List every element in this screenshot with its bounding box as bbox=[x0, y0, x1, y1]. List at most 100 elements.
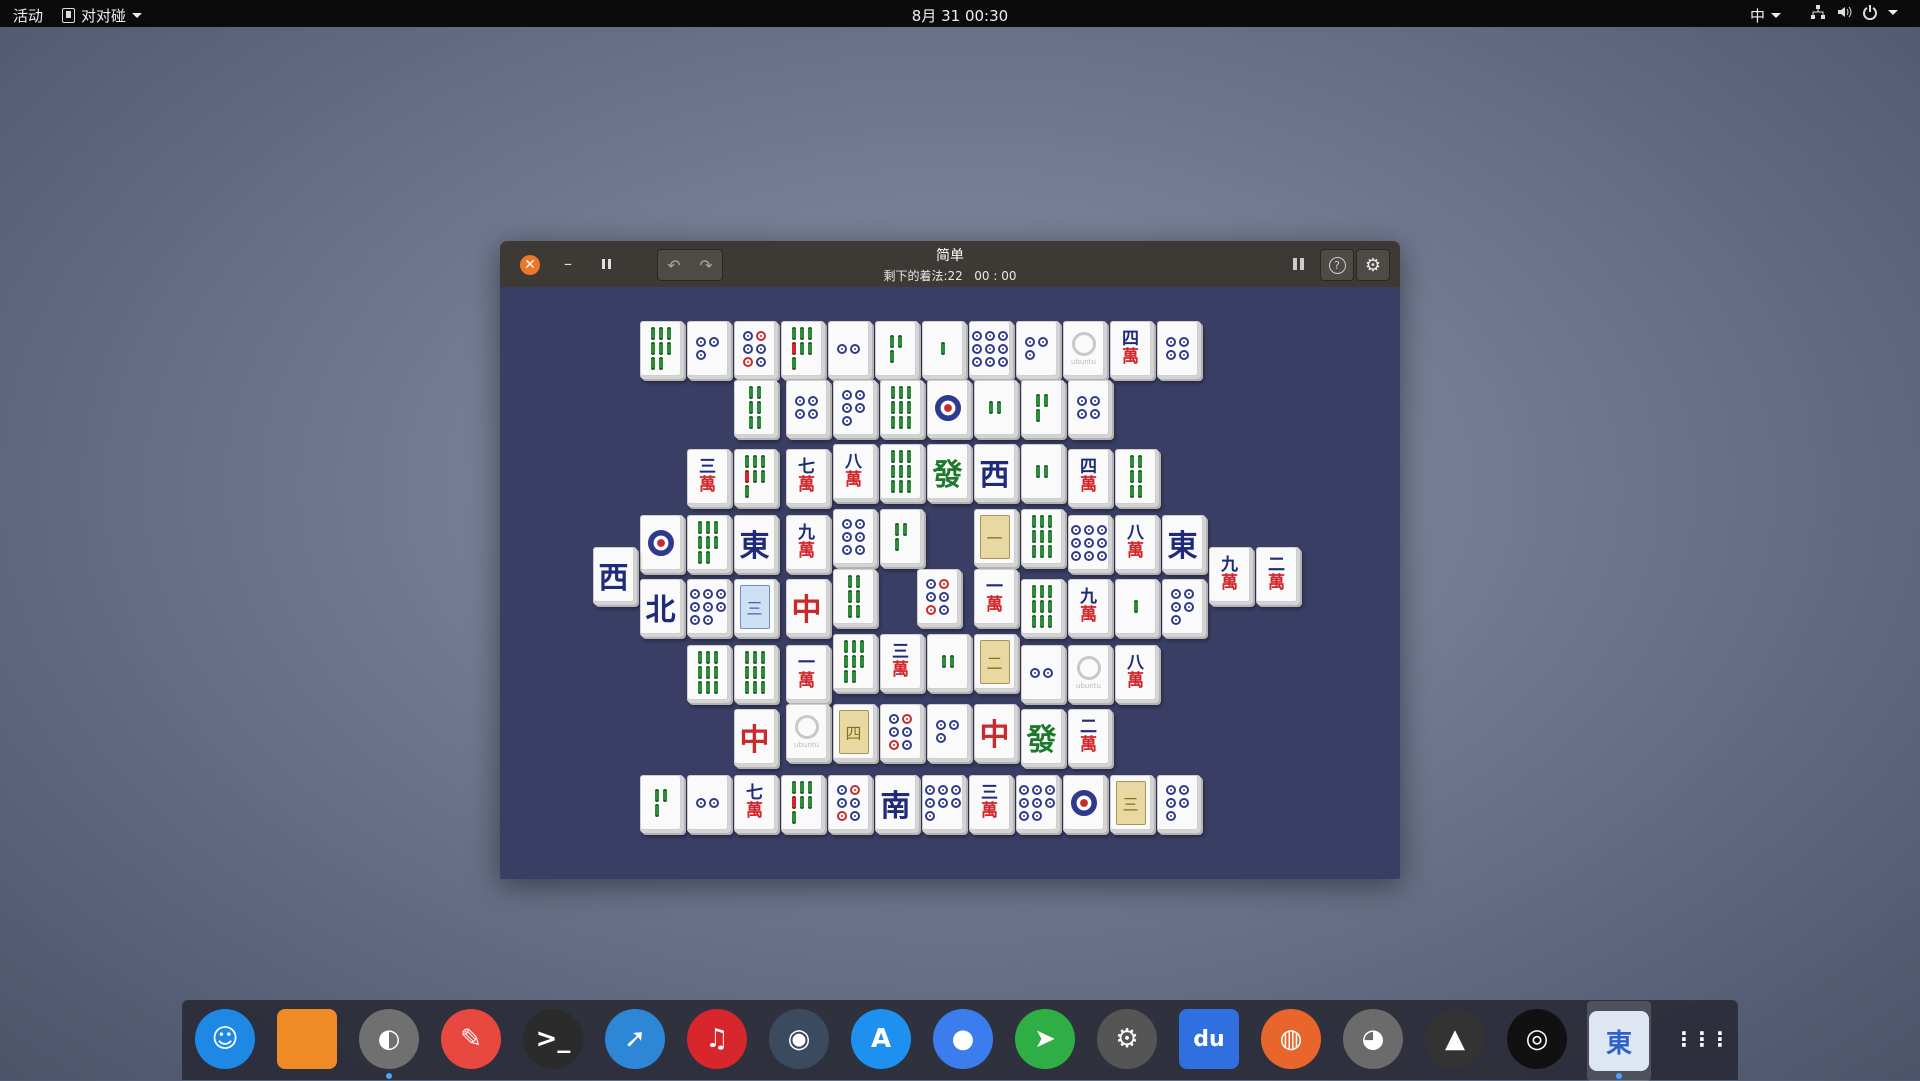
mahjong-tile[interactable] bbox=[833, 380, 877, 438]
dock-item[interactable]: ◎ bbox=[1505, 1007, 1569, 1071]
mahjong-tile[interactable] bbox=[880, 380, 924, 438]
mahjong-tile[interactable] bbox=[687, 645, 731, 703]
mahjong-tile[interactable]: 二萬 bbox=[1256, 547, 1300, 605]
app-menu[interactable]: 对对碰 bbox=[62, 5, 143, 26]
mahjong-tile[interactable] bbox=[734, 645, 778, 703]
mahjong-tile[interactable] bbox=[1068, 380, 1112, 438]
mahjong-tile[interactable]: 中 bbox=[974, 704, 1018, 762]
dock-item[interactable]: ◕ bbox=[1341, 1007, 1405, 1071]
mahjong-tile[interactable] bbox=[734, 449, 778, 507]
system-tray[interactable] bbox=[1810, 4, 1898, 20]
mahjong-tile[interactable]: 一萬 bbox=[974, 569, 1018, 627]
dock-item[interactable]: ➚ bbox=[603, 1007, 667, 1071]
mahjong-tile[interactable] bbox=[687, 579, 731, 637]
mahjong-tile[interactable]: 東 bbox=[1162, 515, 1206, 573]
mahjong-tile[interactable] bbox=[833, 634, 877, 692]
mahjong-tile[interactable] bbox=[927, 634, 971, 692]
mahjong-tile[interactable]: 四萬 bbox=[1110, 321, 1154, 379]
mahjong-tile[interactable]: 八萬 bbox=[1115, 645, 1159, 703]
mahjong-tile[interactable] bbox=[1021, 380, 1065, 438]
mahjong-tile[interactable]: 三 bbox=[1110, 775, 1154, 833]
dock-item[interactable]: A bbox=[849, 1007, 913, 1071]
pause-button[interactable] bbox=[1293, 258, 1305, 270]
mahjong-tile[interactable] bbox=[1021, 645, 1065, 703]
mahjong-tile[interactable]: 七萬 bbox=[786, 449, 830, 507]
mahjong-tile[interactable]: 西 bbox=[974, 444, 1018, 502]
dock-item[interactable]: 東 bbox=[1587, 1001, 1651, 1081]
mahjong-tile[interactable] bbox=[1016, 321, 1060, 379]
mahjong-tile[interactable] bbox=[1021, 444, 1065, 502]
mahjong-tile[interactable]: 四 bbox=[833, 704, 877, 762]
mahjong-tile[interactable]: 發 bbox=[927, 444, 971, 502]
dock-item[interactable]: ☺ bbox=[193, 1007, 257, 1071]
dock-item[interactable]: ⚙ bbox=[1095, 1007, 1159, 1071]
mahjong-tile[interactable]: 三萬 bbox=[880, 634, 924, 692]
mahjong-tile[interactable] bbox=[922, 775, 966, 833]
dock-item[interactable]: ➤ bbox=[1013, 1007, 1077, 1071]
mahjong-tile[interactable] bbox=[734, 380, 778, 438]
mahjong-tile[interactable]: 二 bbox=[974, 634, 1018, 692]
dock-item[interactable]: ◐ bbox=[357, 1007, 421, 1079]
mahjong-tile[interactable]: 西 bbox=[593, 547, 637, 605]
mahjong-tile[interactable]: 中 bbox=[734, 709, 778, 767]
mahjong-tile[interactable] bbox=[687, 515, 731, 573]
mahjong-tile[interactable] bbox=[875, 321, 919, 379]
mahjong-tile[interactable] bbox=[640, 775, 684, 833]
mahjong-tile[interactable] bbox=[781, 775, 825, 833]
mahjong-tile[interactable] bbox=[828, 775, 872, 833]
mahjong-tile[interactable]: 三 bbox=[734, 579, 778, 637]
mahjong-tile[interactable]: 三萬 bbox=[687, 449, 731, 507]
mahjong-tile[interactable] bbox=[734, 321, 778, 379]
mahjong-tile[interactable]: 發 bbox=[1021, 709, 1065, 767]
mahjong-tile[interactable] bbox=[828, 321, 872, 379]
mahjong-tile[interactable] bbox=[1063, 775, 1107, 833]
mahjong-tile[interactable] bbox=[640, 321, 684, 379]
mahjong-tile[interactable]: 一 bbox=[974, 509, 1018, 567]
mahjong-tile[interactable]: 南 bbox=[875, 775, 919, 833]
settings-button[interactable]: ⚙ bbox=[1356, 249, 1390, 281]
dock-item[interactable]: ✎ bbox=[439, 1007, 503, 1071]
mahjong-tile[interactable]: 八萬 bbox=[833, 444, 877, 502]
dock-item[interactable]: ⋮⋮⋮ bbox=[1669, 1007, 1733, 1071]
mahjong-tile[interactable] bbox=[781, 321, 825, 379]
mahjong-tile[interactable] bbox=[687, 775, 731, 833]
activities-button[interactable]: 活动 bbox=[13, 5, 43, 26]
mahjong-tile[interactable] bbox=[786, 380, 830, 438]
mahjong-tile[interactable] bbox=[974, 380, 1018, 438]
mahjong-tile[interactable]: 九萬 bbox=[1068, 579, 1112, 637]
mahjong-tile[interactable] bbox=[927, 380, 971, 438]
mahjong-tile[interactable] bbox=[833, 569, 877, 627]
mahjong-tile[interactable]: 東 bbox=[734, 515, 778, 573]
help-button[interactable]: ? bbox=[1320, 249, 1354, 281]
dock-item[interactable]: ▲ bbox=[1423, 1007, 1487, 1071]
mahjong-tile[interactable] bbox=[880, 509, 924, 567]
mahjong-tile[interactable] bbox=[640, 515, 684, 573]
mahjong-tile[interactable]: 中 bbox=[786, 579, 830, 637]
mahjong-tile[interactable]: 北 bbox=[640, 579, 684, 637]
dock-item[interactable] bbox=[275, 1007, 339, 1071]
mahjong-tile[interactable] bbox=[969, 321, 1013, 379]
dock-item[interactable]: ♫ bbox=[685, 1007, 749, 1071]
mahjong-tile[interactable] bbox=[927, 704, 971, 762]
dock-item[interactable]: >_ bbox=[521, 1007, 585, 1071]
mahjong-tile[interactable] bbox=[1016, 775, 1060, 833]
mahjong-tile[interactable] bbox=[1021, 509, 1065, 567]
mahjong-tile[interactable]: 三萬 bbox=[969, 775, 1013, 833]
mahjong-tile[interactable]: ubuntu bbox=[1063, 321, 1107, 379]
mahjong-tile[interactable] bbox=[687, 321, 731, 379]
mahjong-tile[interactable] bbox=[1115, 449, 1159, 507]
mahjong-tile[interactable]: 七萬 bbox=[734, 775, 778, 833]
mahjong-tile[interactable] bbox=[1068, 515, 1112, 573]
mahjong-tile[interactable] bbox=[922, 321, 966, 379]
input-method-menu[interactable]: 中 bbox=[1750, 5, 1782, 26]
mahjong-tile[interactable] bbox=[1021, 579, 1065, 637]
dock-item[interactable]: ◍ bbox=[1259, 1007, 1323, 1071]
mahjong-tile[interactable]: ubuntu bbox=[1068, 645, 1112, 703]
mahjong-tile[interactable]: 二萬 bbox=[1068, 709, 1112, 767]
clock[interactable]: 8月 31 00:30 bbox=[912, 7, 1008, 25]
dock-item[interactable]: ◉ bbox=[767, 1007, 831, 1071]
mahjong-tile[interactable] bbox=[1157, 775, 1201, 833]
mahjong-tile[interactable] bbox=[1115, 579, 1159, 637]
mahjong-tile[interactable]: 九萬 bbox=[786, 515, 830, 573]
mahjong-tile[interactable] bbox=[880, 444, 924, 502]
